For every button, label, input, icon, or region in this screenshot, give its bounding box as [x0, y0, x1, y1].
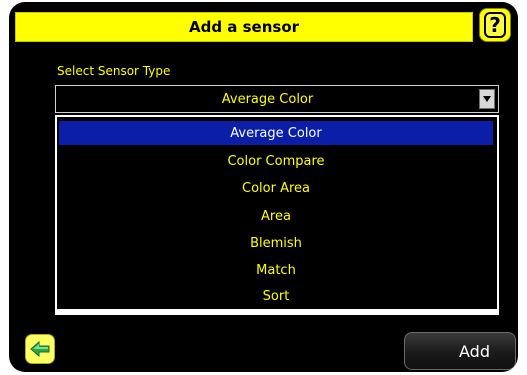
- option-color-area[interactable]: Color Area: [59, 176, 493, 200]
- option-average-color[interactable]: Average Color: [59, 121, 493, 145]
- page-title: Add a sensor: [15, 12, 473, 42]
- add-button[interactable]: Add: [404, 332, 516, 370]
- help-icon: ?: [484, 12, 506, 38]
- sensor-type-select[interactable]: Average Color: [55, 85, 499, 113]
- sensor-type-selected-value: Average Color: [221, 91, 314, 107]
- page-title-text: Add a sensor: [188, 18, 300, 36]
- sensor-type-dropdown-list: Average Color Color Compare Color Area A…: [55, 115, 499, 315]
- chevron-down-icon[interactable]: [479, 89, 495, 109]
- select-sensor-type-label: Select Sensor Type: [57, 64, 171, 78]
- back-button[interactable]: [25, 334, 55, 364]
- sensor-screen: Add a sensor ? Select Sensor Type Averag…: [9, 2, 518, 372]
- back-arrow-icon: [30, 340, 50, 358]
- add-button-label: Add: [459, 341, 490, 361]
- option-sort[interactable]: Sort: [59, 284, 493, 308]
- help-button[interactable]: ?: [479, 8, 511, 42]
- option-area[interactable]: Area: [59, 204, 493, 228]
- option-match[interactable]: Match: [59, 258, 493, 282]
- option-color-compare[interactable]: Color Compare: [59, 149, 493, 173]
- option-blemish[interactable]: Blemish: [59, 231, 493, 255]
